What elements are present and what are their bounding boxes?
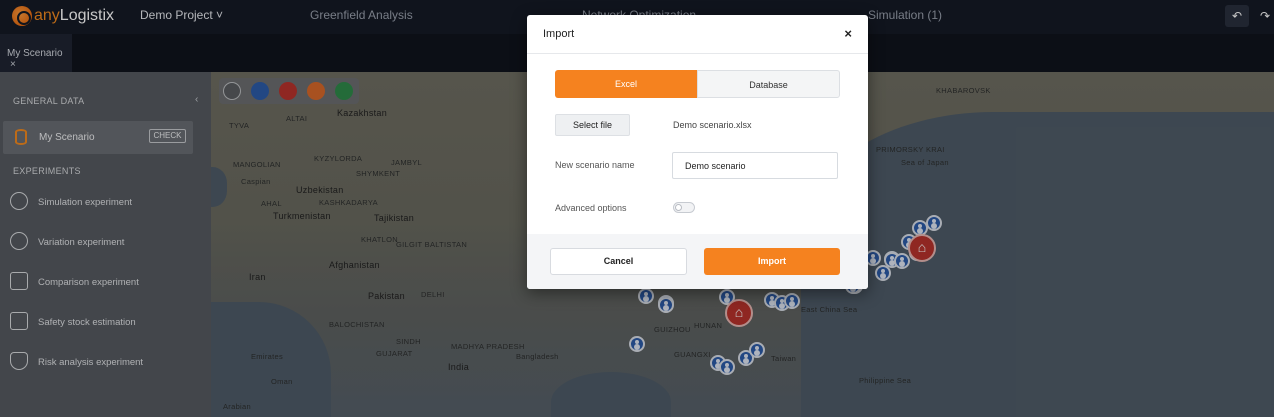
import-dialog: Import × Excel Database Select file Demo… bbox=[527, 15, 868, 289]
toggle-knob bbox=[675, 204, 682, 211]
advanced-options-label: Advanced options bbox=[555, 203, 627, 213]
tab-excel[interactable]: Excel bbox=[555, 70, 697, 98]
close-icon[interactable]: × bbox=[844, 26, 852, 41]
cancel-button[interactable]: Cancel bbox=[550, 248, 687, 275]
selected-file-name: Demo scenario.xlsx bbox=[673, 120, 752, 130]
advanced-options-toggle[interactable] bbox=[673, 202, 695, 213]
import-button[interactable]: Import bbox=[704, 248, 840, 275]
select-file-button[interactable]: Select file bbox=[555, 114, 630, 136]
dialog-footer: Cancel Import bbox=[527, 234, 868, 289]
tab-database[interactable]: Database bbox=[697, 70, 840, 98]
scenario-name-label: New scenario name bbox=[555, 160, 635, 170]
dialog-header: Import × bbox=[527, 15, 868, 54]
dialog-title: Import bbox=[543, 28, 575, 40]
scenario-name-input[interactable] bbox=[672, 152, 838, 179]
